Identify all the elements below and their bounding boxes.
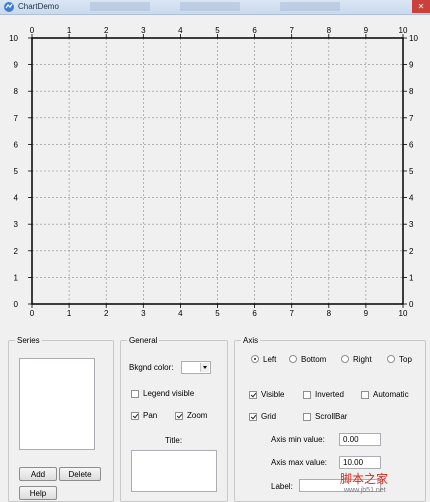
right-tick-label: 9 (409, 61, 414, 70)
grid-checkbox[interactable] (249, 413, 257, 421)
axis-max-input[interactable]: 10.00 (339, 456, 381, 469)
x-tick-label: 4 (178, 309, 183, 318)
taskbar-tab (90, 2, 150, 11)
app-icon (4, 2, 14, 12)
y-tick-label: 6 (14, 140, 19, 149)
pan-checkbox[interactable] (131, 412, 139, 420)
top-tick-label: 6 (252, 26, 257, 35)
x-tick-label: 0 (30, 309, 35, 318)
axis-min-label: Axis min value: (271, 435, 325, 444)
y-tick-label: 2 (14, 247, 19, 256)
x-tick-label: 2 (104, 309, 109, 318)
y-tick-label: 10 (9, 34, 18, 43)
pan-label: Pan (143, 411, 158, 420)
x-tick-label: 10 (399, 309, 408, 318)
axis-bottom-radio[interactable] (289, 355, 297, 363)
axis-max-label: Axis max value: (271, 458, 328, 467)
chart-svg[interactable]: 0 1 2 3 4 5 6 7 8 9 100 1 2 3 4 5 6 7 8 9 100123456789100123… (0, 24, 430, 320)
right-tick-label: 2 (409, 247, 414, 256)
axis-left-label: Left (263, 355, 277, 364)
chevron-down-icon[interactable] (200, 363, 209, 372)
automatic-checkbox[interactable] (361, 391, 369, 399)
axis-group: Axis Left Bottom Right Top Visible Inver… (234, 336, 426, 502)
add-series-button[interactable]: Add (19, 467, 57, 481)
x-tick-label: 5 (215, 309, 220, 318)
top-tick-label: 3 (141, 26, 146, 35)
window-title: ChartDemo (18, 2, 59, 11)
general-group-title: General (127, 336, 160, 345)
top-tick-label: 8 (327, 26, 332, 35)
title-label: Title: (165, 436, 183, 445)
general-group: General Bkgnd color: Legend visible Pan … (120, 336, 228, 502)
y-tick-label: 8 (14, 87, 19, 96)
y-tick-label: 0 (14, 300, 19, 309)
legend-visible-checkbox[interactable] (131, 390, 139, 398)
axis-min-input[interactable]: 0.00 (339, 433, 381, 446)
y-tick-label: 4 (14, 194, 19, 203)
x-tick-label: 9 (364, 309, 369, 318)
chart-area[interactable]: 0 1 2 3 4 5 6 7 8 9 10 0 1 2 3 4 5 6 7 8 9 10 0 1 2 3 4 5 6 7 8 9 10 0 1 2 3… (0, 24, 430, 320)
axis-top-radio[interactable] (387, 355, 395, 363)
right-tick-label: 3 (409, 220, 414, 229)
axis-right-radio[interactable] (341, 355, 349, 363)
top-tick-label: 2 (104, 26, 109, 35)
zoom-label: Zoom (187, 411, 208, 420)
axis-bottom-label: Bottom (301, 355, 327, 364)
series-listbox[interactable] (19, 358, 95, 450)
watermark-url: www.jb51.net (344, 487, 386, 494)
axis-right-label: Right (353, 355, 372, 364)
right-tick-label: 1 (409, 273, 414, 282)
top-tick-label: 0 (30, 26, 35, 35)
x-tick-label: 7 (289, 309, 294, 318)
top-tick-label: 1 (67, 26, 72, 35)
x-tick-label: 1 (67, 309, 72, 318)
watermark-text: 脚本之家 (340, 472, 389, 486)
bkgnd-color-combo[interactable] (181, 361, 211, 374)
y-tick-label: 5 (14, 167, 19, 176)
x-tick-label: 3 (141, 309, 146, 318)
axis-left-radio[interactable] (251, 355, 259, 363)
help-button[interactable]: Help (19, 486, 57, 500)
title-textarea[interactable] (131, 450, 217, 492)
right-tick-label: 6 (409, 140, 414, 149)
top-tick-label: 9 (364, 26, 369, 35)
right-tick-label: 10 (409, 34, 418, 43)
top-tick-label: 4 (178, 26, 183, 35)
grid-label: Grid (261, 412, 277, 421)
delete-series-button[interactable]: Delete (59, 467, 101, 481)
close-button[interactable]: ✕ (412, 0, 430, 13)
right-tick-label: 7 (409, 114, 414, 123)
top-tick-label: 7 (289, 26, 294, 35)
x-tick-label: 6 (252, 309, 257, 318)
automatic-label: Automatic (373, 390, 409, 399)
right-tick-label: 4 (409, 194, 414, 203)
taskbar-tab (180, 2, 240, 11)
series-group: Series Add Delete Help (8, 336, 114, 502)
bkgnd-color-label: Bkgnd color: (129, 363, 174, 372)
axis-top-label: Top (399, 355, 412, 364)
right-tick-label: 0 (409, 300, 414, 309)
x-tick-label: 8 (327, 309, 332, 318)
visible-checkbox[interactable] (249, 391, 257, 399)
zoom-checkbox[interactable] (175, 412, 183, 420)
scrollbar-checkbox[interactable] (303, 413, 311, 421)
axis-group-title: Axis (241, 336, 261, 345)
top-tick-label: 10 (399, 26, 408, 35)
y-tick-label: 3 (14, 220, 19, 229)
y-tick-label: 7 (14, 114, 19, 123)
axis-label-label: Label: (271, 482, 293, 491)
inverted-checkbox[interactable] (303, 391, 311, 399)
right-tick-label: 8 (409, 87, 414, 96)
legend-visible-label: Legend visible (143, 389, 195, 398)
series-group-title: Series (15, 336, 42, 345)
taskbar-tab (280, 2, 340, 11)
y-tick-label: 1 (14, 273, 19, 282)
title-bar: ChartDemo ✕ (0, 0, 430, 15)
inverted-label: Inverted (315, 390, 344, 399)
y-tick-label: 9 (14, 61, 19, 70)
visible-label: Visible (261, 390, 285, 399)
top-tick-label: 5 (215, 26, 220, 35)
right-tick-label: 5 (409, 167, 414, 176)
scrollbar-label: ScrollBar (315, 412, 348, 421)
